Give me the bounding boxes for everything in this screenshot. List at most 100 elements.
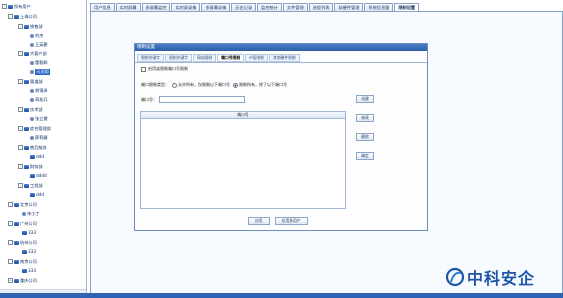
tree-node[interactable]: 王英豪 — [30, 41, 48, 48]
dialog-tab[interactable]: 端口号限制 — [217, 54, 245, 62]
collapse-icon[interactable]: - — [18, 183, 23, 188]
enable-port-limit-checkbox[interactable] — [141, 66, 146, 72]
enable-port-limit-row[interactable]: 启用该限制端口号限制 — [141, 66, 188, 72]
port-input[interactable] — [159, 96, 245, 103]
tree-node-label: 333 — [28, 268, 36, 273]
group-icon — [14, 221, 19, 226]
tree-node-label: 技术部 — [30, 106, 43, 112]
tree-node[interactable]: dddd — [30, 172, 47, 179]
dialog-tab[interactable]: 限制关键字 — [164, 54, 192, 62]
status-bar — [0, 293, 563, 298]
group-icon — [14, 240, 19, 245]
tree-node-label: 马灵翔 — [35, 68, 50, 75]
tree-node[interactable]: 薛莉婕 — [30, 134, 48, 141]
block-all-radio[interactable] — [233, 82, 238, 88]
apply-button[interactable]: 应用 — [248, 217, 270, 225]
group-icon — [14, 14, 19, 19]
group-icon — [24, 51, 29, 56]
tree-node[interactable]: 蒋松兵 — [30, 96, 48, 103]
tree-node[interactable]: - 综合管理部 — [18, 125, 51, 132]
collapse-icon[interactable]: - — [2, 4, 7, 9]
tree-node[interactable]: 333 — [22, 248, 36, 255]
group-icon — [22, 268, 27, 273]
tree-node-label: 销售部 — [30, 23, 43, 29]
collapse-icon[interactable]: - — [8, 240, 13, 245]
tree-node-label: 王英豪 — [35, 41, 48, 47]
tree-node[interactable]: - 杭州公司 — [8, 239, 37, 246]
enable-port-limit-label: 启用该限制端口号限制 — [148, 66, 188, 71]
dialog-tab[interactable]: 网站限制 — [192, 54, 217, 62]
tree-node-label: 重庆公司 — [20, 277, 37, 283]
tree-node[interactable]: - 所有用户 — [2, 3, 31, 10]
group-icon — [24, 107, 29, 112]
tree-node[interactable]: 333 — [22, 267, 36, 274]
collapse-icon[interactable]: - — [8, 14, 13, 19]
tree-node[interactable]: - 上海公司 — [8, 13, 37, 20]
tree-node-label: 南京公司 — [20, 258, 37, 264]
port-column-header: 端口号 — [141, 112, 345, 119]
tree-node[interactable]: ddd — [30, 191, 44, 198]
allow-all-label: 允许所有，仅限制以下端口号 — [178, 82, 230, 87]
port-mode-label: 端口限制类型： — [141, 82, 169, 87]
dialog-tab[interactable]: IP段限制 — [245, 54, 268, 62]
tree-node-label: 大客户部 — [30, 50, 47, 56]
tree-node[interactable]: - 广州公司 — [8, 220, 37, 227]
confirm-button[interactable]: 确定 — [356, 152, 374, 160]
create-button[interactable]: 创建 — [356, 95, 374, 103]
user-icon — [30, 69, 34, 74]
tree-node-label: ddd — [36, 154, 44, 159]
collapse-icon[interactable]: - — [18, 126, 23, 131]
tree-node[interactable]: - 技术部 — [18, 106, 43, 113]
port-label: 端口号： — [141, 96, 157, 102]
group-icon — [24, 126, 29, 131]
tree-node[interactable]: ddd — [30, 153, 44, 160]
modify-button[interactable]: 修改 — [356, 114, 374, 122]
group-icon — [24, 164, 29, 169]
collapse-icon[interactable]: - — [8, 202, 13, 207]
allow-all-radio[interactable] — [172, 82, 177, 88]
apply-multi-user-button[interactable]: 应用多用户 — [274, 217, 308, 225]
group-icon — [14, 259, 19, 264]
tree-node-label: ddd — [36, 192, 44, 197]
tree-node[interactable]: - 售后服务 — [18, 144, 47, 151]
collapse-icon[interactable]: - — [18, 24, 23, 29]
tree-node[interactable]: - 渠道部 — [18, 78, 43, 85]
user-icon — [30, 42, 34, 47]
group-icon — [14, 202, 19, 207]
tree-node[interactable]: - 财务部 — [18, 163, 43, 170]
collapse-icon[interactable]: - — [8, 259, 13, 264]
dialog-tab[interactable]: 限制关键字 — [137, 54, 164, 62]
collapse-icon[interactable]: - — [18, 145, 23, 150]
tree-node[interactable]: 333 — [22, 229, 36, 236]
collapse-icon[interactable]: - — [8, 221, 13, 226]
collapse-icon[interactable]: - — [18, 51, 23, 56]
tree-node[interactable]: 刘杰 — [30, 32, 43, 39]
collapse-icon[interactable]: - — [18, 164, 23, 169]
tree-node[interactable]: + 重庆公司 — [8, 277, 37, 284]
collapse-icon[interactable]: - — [18, 107, 23, 112]
tree-node[interactable]: 董毅辉 — [30, 59, 48, 66]
expand-icon[interactable]: + — [8, 278, 13, 283]
tree-node-label: 广州公司 — [20, 220, 37, 226]
tree-node[interactable]: 胡锦泽 — [30, 87, 48, 94]
group-icon — [22, 230, 27, 235]
tree-node-label: 333 — [28, 249, 36, 254]
delete-button[interactable]: 删除 — [356, 133, 374, 141]
tree-node[interactable]: - 南京公司 — [8, 258, 37, 265]
user-icon — [30, 60, 34, 65]
tree-node[interactable]: - 大客户部 — [18, 50, 47, 57]
collapse-icon[interactable]: - — [18, 79, 23, 84]
tree-node[interactable]: 马灵翔 — [30, 68, 50, 75]
dialog-tab[interactable]: 其他硬件限制 — [268, 54, 300, 62]
tree-node[interactable]: 宋小丁 — [22, 210, 40, 217]
group-icon — [8, 4, 13, 9]
port-list-table[interactable]: 端口号 — [140, 111, 346, 209]
tree-node[interactable]: - 北京公司 — [8, 201, 37, 208]
group-icon — [24, 183, 29, 188]
tree-node[interactable]: - 销售部 — [18, 23, 43, 30]
tree-node-label: 胡锦泽 — [35, 87, 48, 93]
tree-node-label: dddd — [36, 173, 47, 178]
tree-node[interactable]: - 工程部 — [18, 182, 43, 189]
dialog-tab-bar: 限制关键字 限制关键字 网站限制 端口号限制 IP段限制 其他硬件限制 — [135, 51, 427, 63]
tree-node[interactable]: 张立傲 — [30, 115, 48, 122]
